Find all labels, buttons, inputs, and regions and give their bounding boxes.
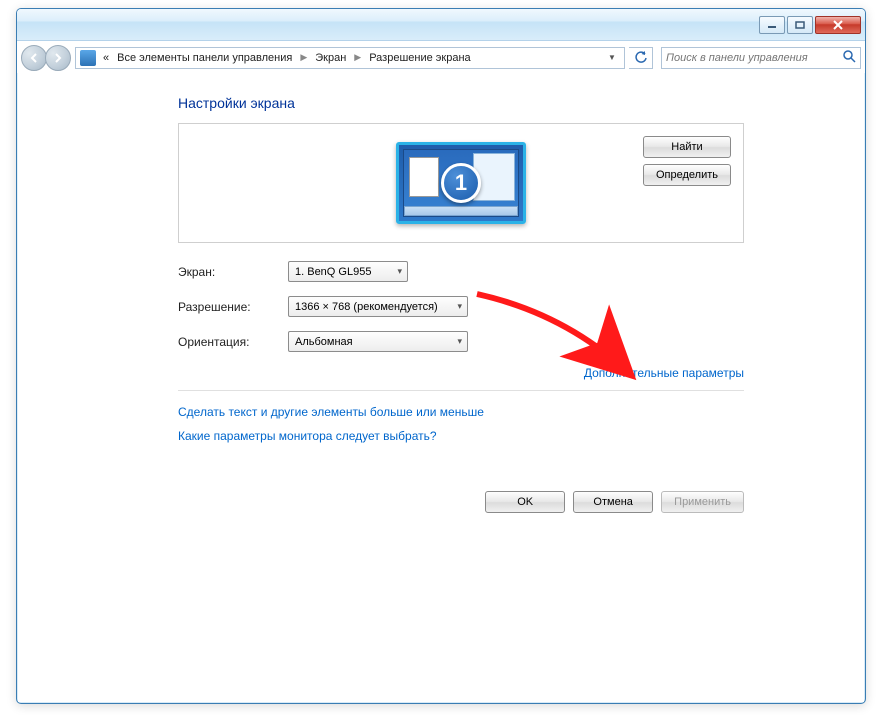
- search-box[interactable]: [661, 47, 861, 69]
- orientation-label: Ориентация:: [178, 335, 288, 349]
- forward-button[interactable]: [45, 45, 71, 71]
- search-input[interactable]: [666, 52, 842, 64]
- control-panel-icon: [80, 50, 96, 66]
- breadcrumb-dropdown[interactable]: ▼: [604, 53, 620, 62]
- resolution-label: Разрешение:: [178, 300, 288, 314]
- cancel-button[interactable]: Отмена: [573, 491, 653, 513]
- text-size-link[interactable]: Сделать текст и другие элементы больше и…: [178, 405, 744, 419]
- detect-button[interactable]: Определить: [643, 164, 731, 186]
- close-button[interactable]: [815, 16, 861, 34]
- find-button[interactable]: Найти: [643, 136, 731, 158]
- minimize-button[interactable]: [759, 16, 785, 34]
- divider: [178, 390, 744, 391]
- search-icon[interactable]: [842, 49, 856, 66]
- breadcrumb-item-resolution[interactable]: Разрешение экрана: [366, 50, 473, 66]
- which-monitor-link[interactable]: Какие параметры монитора следует выбрать…: [178, 429, 744, 443]
- breadcrumb[interactable]: « Все элементы панели управления ▶ Экран…: [75, 47, 625, 69]
- breadcrumb-root[interactable]: «: [100, 50, 112, 66]
- window-thumbnail: [409, 157, 439, 197]
- ok-button[interactable]: OK: [485, 491, 565, 513]
- resolution-dropdown[interactable]: 1366 × 768 (рекомендуется): [288, 296, 468, 317]
- orientation-dropdown[interactable]: Альбомная: [288, 331, 468, 352]
- display-preview-panel[interactable]: 1 Найти Определить: [178, 123, 744, 243]
- chevron-right-icon[interactable]: ▶: [297, 52, 310, 63]
- display-value: 1. BenQ GL955: [295, 266, 371, 278]
- display-label: Экран:: [178, 265, 288, 279]
- display-number: 1: [441, 163, 481, 203]
- display-dropdown[interactable]: 1. BenQ GL955: [288, 261, 408, 282]
- taskbar-thumbnail: [404, 206, 518, 216]
- window-frame: « Все элементы панели управления ▶ Экран…: [16, 8, 866, 704]
- navigation-bar: « Все элементы панели управления ▶ Экран…: [17, 41, 865, 73]
- content-area: Настройки экрана 1 Найти Определить Экра…: [18, 73, 864, 702]
- refresh-button[interactable]: [629, 47, 653, 69]
- titlebar[interactable]: [17, 9, 865, 41]
- maximize-button[interactable]: [787, 16, 813, 34]
- breadcrumb-item-all[interactable]: Все элементы панели управления: [114, 50, 295, 66]
- advanced-settings-link[interactable]: Дополнительные параметры: [584, 366, 744, 380]
- resolution-value: 1366 × 768 (рекомендуется): [295, 301, 438, 313]
- chevron-right-icon[interactable]: ▶: [351, 52, 364, 63]
- apply-button[interactable]: Применить: [661, 491, 744, 513]
- breadcrumb-item-screen[interactable]: Экран: [312, 50, 349, 66]
- back-button[interactable]: [21, 45, 47, 71]
- orientation-value: Альбомная: [295, 336, 353, 348]
- monitor-preview[interactable]: 1: [396, 142, 526, 224]
- page-title: Настройки экрана: [178, 95, 744, 111]
